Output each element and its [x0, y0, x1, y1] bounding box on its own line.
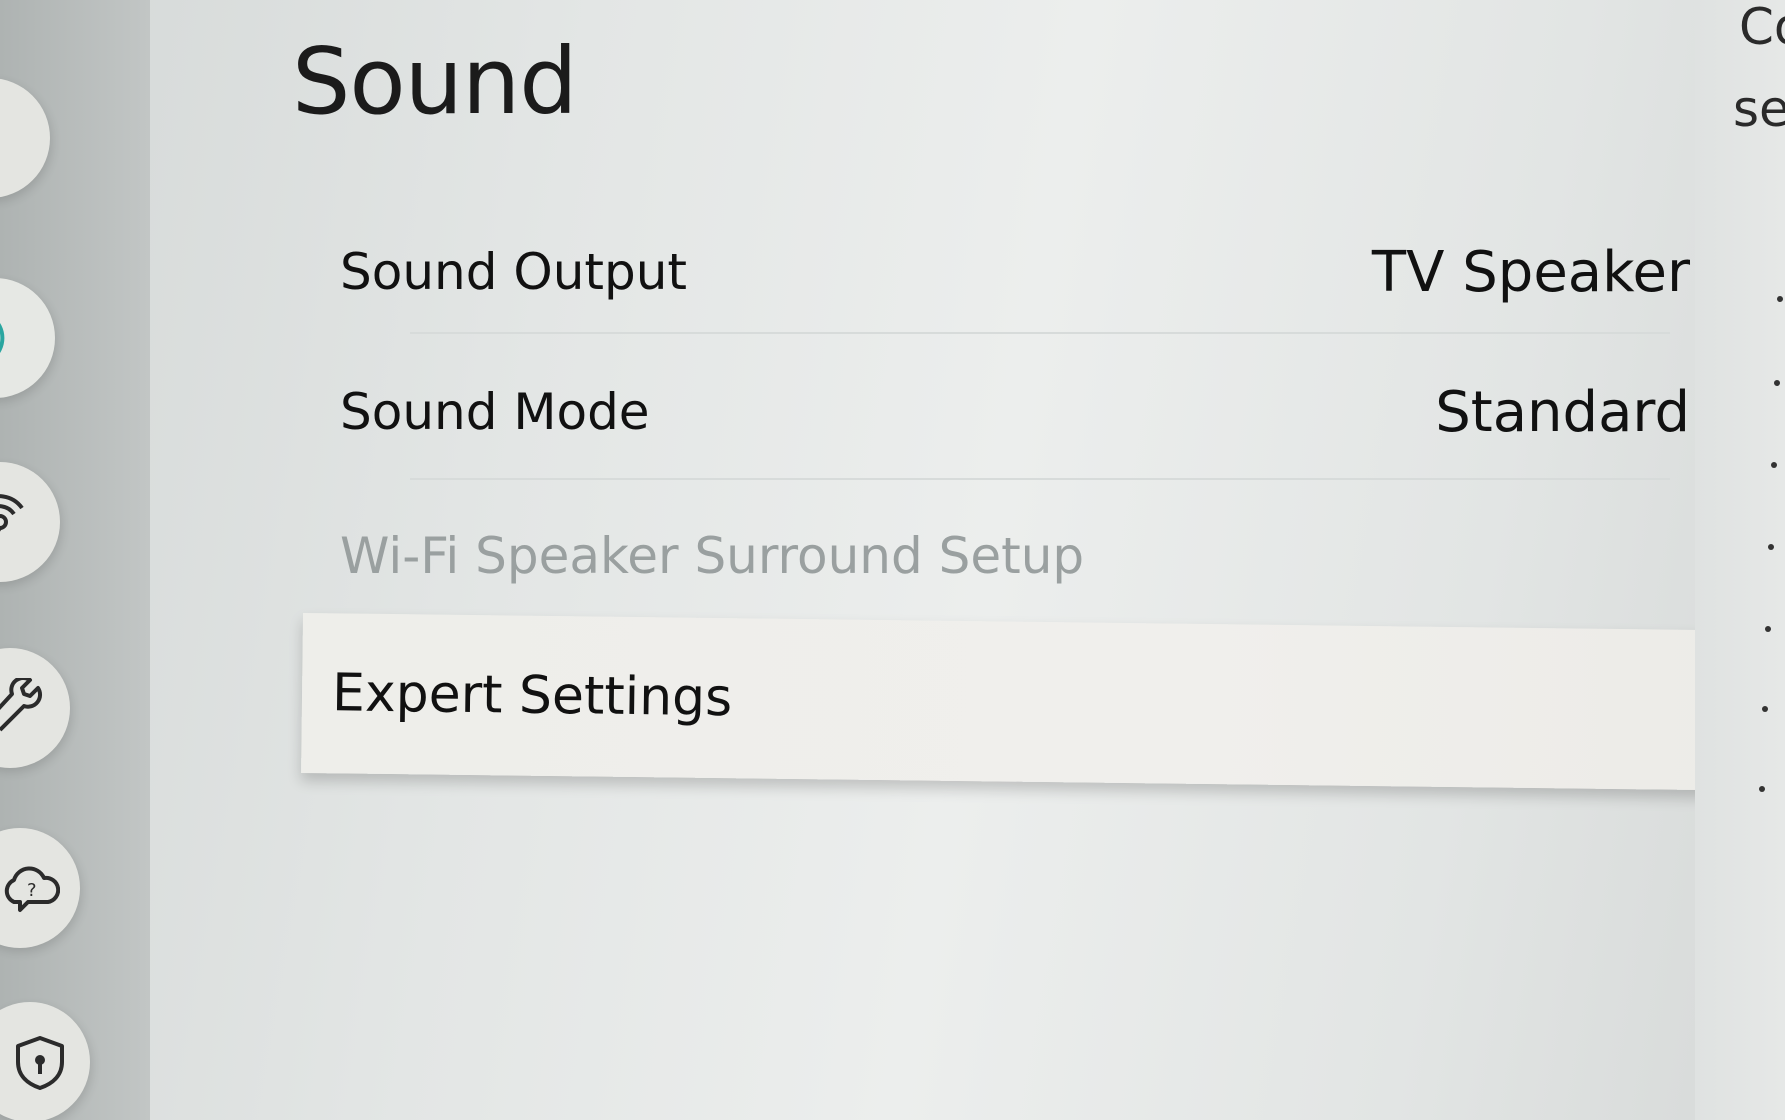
sidebar-item-picture[interactable] — [0, 78, 50, 198]
sound-settings-panel: Sound Sound Output TV Speaker Sound Mode… — [150, 0, 1785, 1120]
menu-item-label: Expert Settings — [331, 663, 733, 729]
help-text-line: Co — [1739, 0, 1785, 56]
help-panel: Co se — [1695, 0, 1785, 1120]
sidebar-item-general[interactable] — [0, 648, 70, 768]
help-bullet — [1762, 706, 1768, 712]
picture-icon — [0, 108, 30, 168]
menu-item-label: Wi-Fi Speaker Surround Setup — [340, 527, 1085, 585]
menu-item-sound-mode[interactable]: Sound Mode Standard — [330, 352, 1710, 472]
tv-settings-screen: ? Sound Sound Output TV Speaker Sound Mo… — [0, 0, 1785, 1120]
divider — [410, 478, 1670, 480]
shield-icon — [16, 1036, 64, 1090]
menu-item-sound-output[interactable]: Sound Output TV Speaker — [330, 212, 1710, 332]
help-bullet — [1765, 626, 1771, 632]
menu-item-wifi-speaker-surround-setup: Wi-Fi Speaker Surround Setup — [330, 496, 1710, 616]
wrench-icon — [0, 678, 42, 732]
menu-item-label: Sound Mode — [340, 383, 650, 441]
sound-icon — [0, 322, 5, 354]
help-bullet — [1771, 462, 1777, 468]
sidebar-item-privacy[interactable] — [0, 1002, 90, 1120]
sidebar-item-support[interactable]: ? — [0, 828, 80, 948]
help-bullet — [1774, 380, 1780, 386]
help-bullet — [1777, 296, 1783, 302]
sidebar-item-sound[interactable] — [0, 278, 55, 398]
menu-item-value: TV Speaker — [1371, 239, 1690, 305]
sidebar-item-connection[interactable] — [0, 462, 60, 582]
help-bullet — [1759, 786, 1765, 792]
support-cloud-icon: ? — [4, 866, 60, 912]
svg-text:?: ? — [27, 880, 37, 901]
help-text-line: se — [1733, 80, 1785, 138]
help-bullet — [1768, 544, 1774, 550]
menu-item-expert-settings[interactable]: Expert Settings — [301, 612, 1785, 792]
divider — [410, 332, 1670, 334]
settings-sidebar: ? — [0, 0, 150, 1120]
menu-item-label: Sound Output — [340, 243, 688, 301]
connection-icon — [0, 494, 24, 532]
menu-item-value: Standard — [1435, 379, 1690, 445]
page-title: Sound — [292, 28, 578, 135]
